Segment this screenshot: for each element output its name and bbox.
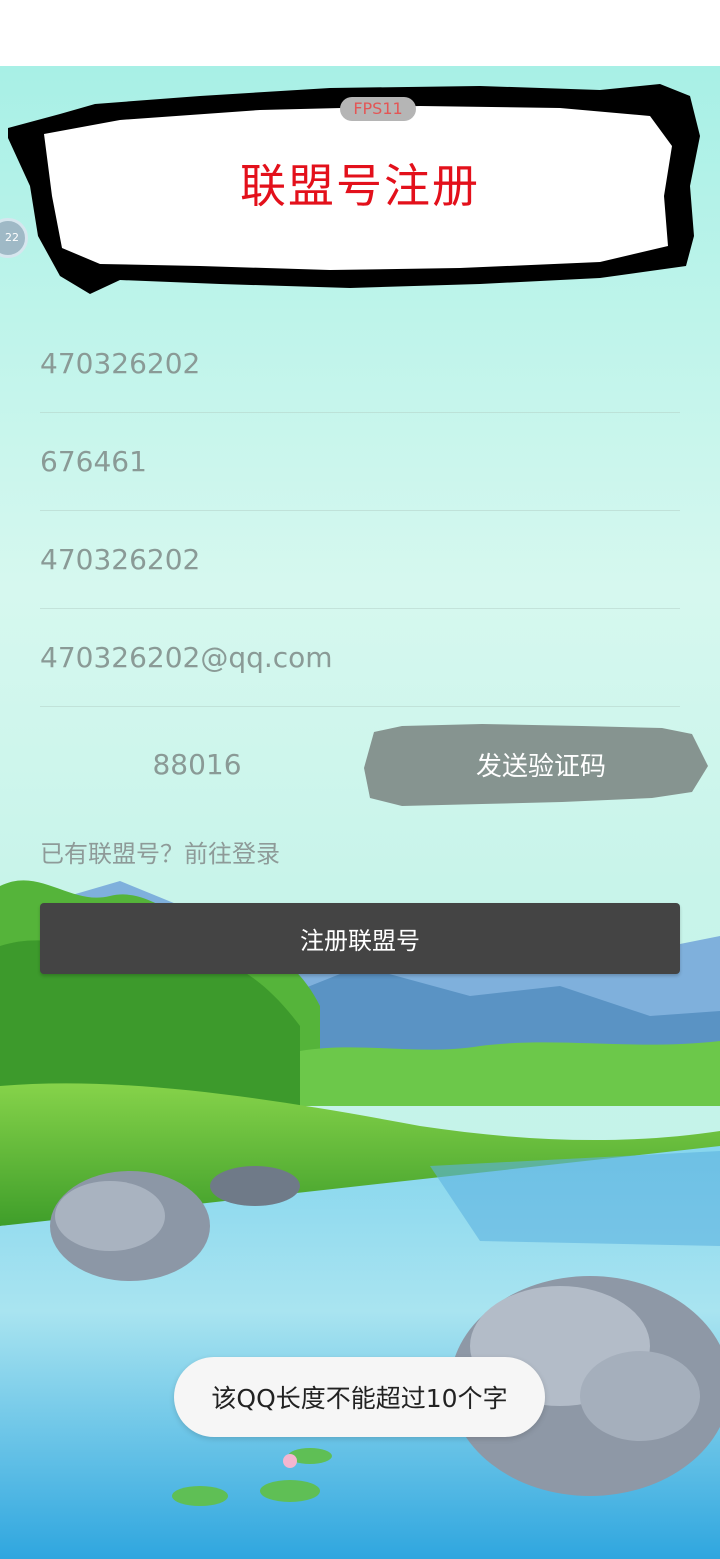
verification-code-field[interactable] [40,722,354,806]
toast-message: 该QQ长度不能超过10个字 [174,1357,545,1437]
register-button[interactable]: 注册联盟号 [40,903,680,974]
verification-code-input[interactable] [40,722,354,806]
send-code-button[interactable]: 发送验证码 [362,718,710,810]
confirm-input[interactable] [40,511,680,608]
send-code-label: 发送验证码 [475,751,606,782]
qq-input[interactable] [40,315,680,412]
qq-field[interactable] [40,315,680,413]
login-link[interactable]: 已有联盟号？前往登录 [40,834,280,869]
email-input[interactable] [40,609,680,706]
status-bar-area [0,0,720,66]
password-input[interactable] [40,413,680,510]
fps-badge: FPS11 [340,97,416,121]
confirm-field[interactable] [40,511,680,609]
password-field[interactable] [40,413,680,511]
email-field[interactable] [40,609,680,707]
page-title: 联盟号注册 [240,159,480,213]
